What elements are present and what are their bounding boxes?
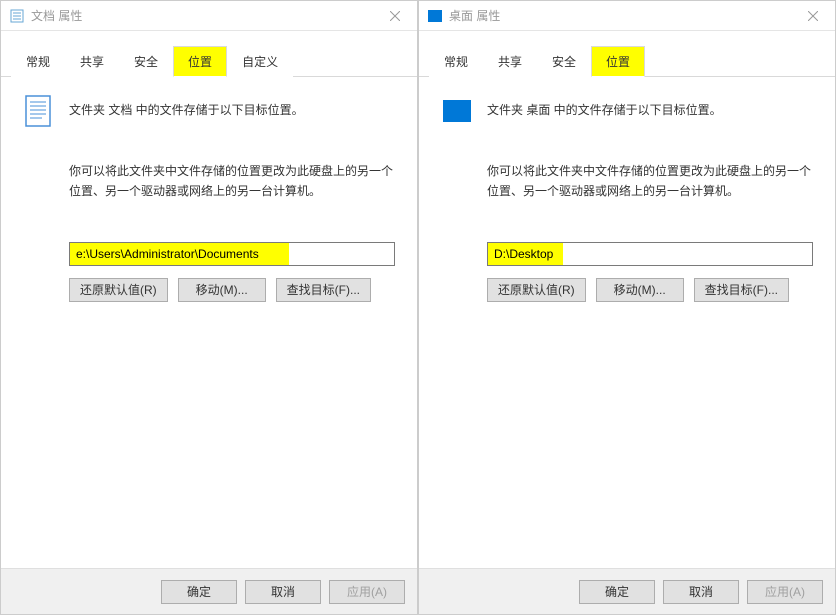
- title-text: 文档 属性: [31, 7, 372, 24]
- close-button[interactable]: [372, 1, 417, 31]
- restore-defaults-button[interactable]: 还原默认值(R): [487, 278, 586, 302]
- restore-defaults-button[interactable]: 还原默认值(R): [69, 278, 168, 302]
- apply-button[interactable]: 应用(A): [329, 580, 405, 604]
- ok-button[interactable]: 确定: [579, 580, 655, 604]
- path-input[interactable]: [487, 242, 813, 266]
- tab-customize[interactable]: 自定义: [227, 46, 293, 77]
- documents-title-icon: [9, 8, 25, 24]
- tab-sharing[interactable]: 共享: [65, 46, 119, 77]
- desktop-folder-icon: [441, 95, 473, 127]
- tab-security[interactable]: 安全: [119, 46, 173, 77]
- move-button[interactable]: 移动(M)...: [178, 278, 266, 302]
- desktop-properties-dialog: 桌面 属性 常规 共享 安全 位置 文件夹 桌面 中的文件存储于以下目标位置。 …: [418, 0, 836, 615]
- header-text: 文件夹 桌面 中的文件存储于以下目标位置。: [487, 95, 722, 119]
- path-input[interactable]: [69, 242, 395, 266]
- tabs: 常规 共享 安全 位置 自定义: [1, 31, 417, 77]
- tab-content: 文件夹 文档 中的文件存储于以下目标位置。 你可以将此文件夹中文件存储的位置更改…: [1, 77, 417, 568]
- description-text: 你可以将此文件夹中文件存储的位置更改为此硬盘上的另一个位置、另一个驱动器或网络上…: [69, 161, 395, 202]
- tab-content: 文件夹 桌面 中的文件存储于以下目标位置。 你可以将此文件夹中文件存储的位置更改…: [419, 77, 835, 568]
- apply-button[interactable]: 应用(A): [747, 580, 823, 604]
- titlebar[interactable]: 文档 属性: [1, 1, 417, 31]
- move-button[interactable]: 移动(M)...: [596, 278, 684, 302]
- tab-general[interactable]: 常规: [11, 46, 65, 77]
- tab-location[interactable]: 位置: [173, 46, 227, 77]
- tab-location[interactable]: 位置: [591, 46, 645, 77]
- documents-properties-dialog: 文档 属性 常规 共享 安全 位置 自定义 文件夹 文档 中的文件存储于以下目标…: [0, 0, 418, 615]
- documents-folder-icon: [23, 95, 55, 127]
- title-text: 桌面 属性: [449, 7, 790, 24]
- find-target-button[interactable]: 查找目标(F)...: [276, 278, 371, 302]
- desktop-title-icon: [427, 8, 443, 24]
- description-text: 你可以将此文件夹中文件存储的位置更改为此硬盘上的另一个位置、另一个驱动器或网络上…: [487, 161, 813, 202]
- cancel-button[interactable]: 取消: [663, 580, 739, 604]
- tabs: 常规 共享 安全 位置: [419, 31, 835, 77]
- close-button[interactable]: [790, 1, 835, 31]
- find-target-button[interactable]: 查找目标(F)...: [694, 278, 789, 302]
- tab-security[interactable]: 安全: [537, 46, 591, 77]
- tab-sharing[interactable]: 共享: [483, 46, 537, 77]
- tab-general[interactable]: 常规: [429, 46, 483, 77]
- bottom-bar: 确定 取消 应用(A): [419, 568, 835, 614]
- ok-button[interactable]: 确定: [161, 580, 237, 604]
- header-text: 文件夹 文档 中的文件存储于以下目标位置。: [69, 95, 304, 119]
- titlebar[interactable]: 桌面 属性: [419, 1, 835, 31]
- cancel-button[interactable]: 取消: [245, 580, 321, 604]
- bottom-bar: 确定 取消 应用(A): [1, 568, 417, 614]
